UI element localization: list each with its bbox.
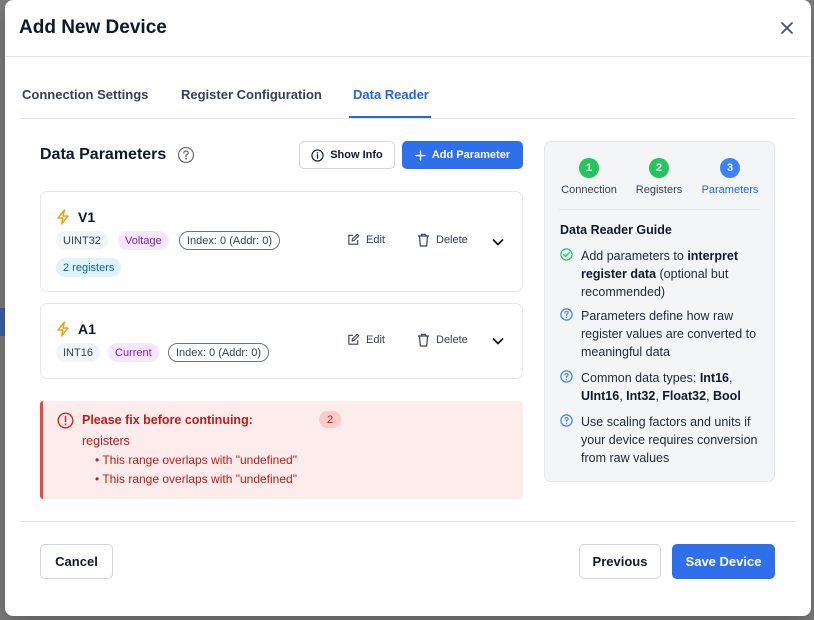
guide-item-text: Add parameters to interpret register dat… <box>581 249 739 299</box>
guide-divider <box>559 209 760 210</box>
alert-circle-icon <box>57 412 74 429</box>
guide-item: Use scaling factors and units if your de… <box>560 413 765 467</box>
delete-button[interactable]: Delete <box>417 333 468 347</box>
guide-item-text: Use scaling factors and units if your de… <box>581 415 758 465</box>
guide-item-text: Common data types: Int16, UInt16, Int32,… <box>581 371 741 403</box>
dialog-header: Add New Device <box>5 0 811 57</box>
error-count-badge: 2 <box>319 411 341 428</box>
delete-label: Delete <box>436 234 468 246</box>
step-label: Parameters <box>701 184 759 196</box>
lightning-icon <box>57 321 69 337</box>
show-info-label: Show Info <box>330 149 383 161</box>
guide-item: Common data types: Int16, UInt16, Int32,… <box>560 369 765 405</box>
add-parameter-label: Add Parameter <box>431 149 511 161</box>
edit-icon <box>348 333 360 345</box>
tab-bar: Connection Settings Register Configurati… <box>19 57 797 119</box>
edit-button[interactable]: Edit <box>347 233 385 246</box>
chevron-down-icon[interactable] <box>491 235 505 249</box>
error-item-text: This range overlaps with "undefined" <box>102 472 297 486</box>
active-tab-indicator <box>349 116 431 118</box>
add-parameter-button[interactable]: Add Parameter <box>402 141 523 169</box>
help-circle-icon <box>560 308 573 321</box>
help-icon[interactable] <box>177 146 195 164</box>
error-title: Please fix before continuing: <box>82 413 253 427</box>
parameter-name: V1 <box>78 209 96 225</box>
guide-item-text: Parameters define how raw register value… <box>581 309 757 359</box>
index-badge: Index: 0 (Addr: 0) <box>168 343 269 362</box>
edit-label: Edit <box>366 333 385 346</box>
parameter-name: A1 <box>78 321 96 337</box>
tab-data-reader[interactable]: Data Reader <box>353 87 429 102</box>
check-circle-icon <box>560 248 573 261</box>
guide-item: Add parameters to interpret register dat… <box>560 247 765 301</box>
lightning-icon <box>57 209 69 225</box>
footer-divider <box>19 521 797 522</box>
edit-button[interactable]: Edit <box>347 333 385 346</box>
error-item: • This range overlaps with "undefined" <box>95 472 297 486</box>
step-number: 1 <box>579 158 599 178</box>
validation-error-alert: Please fix before continuing: 2 register… <box>40 401 523 499</box>
data-reader-guide-panel: 1 Connection 2 Registers 3 Parameters Da… <box>544 141 775 482</box>
save-device-button[interactable]: Save Device <box>672 544 775 579</box>
trash-icon <box>418 333 429 347</box>
error-item-text: This range overlaps with "undefined" <box>102 453 297 467</box>
plus-icon <box>415 149 426 161</box>
delete-button[interactable]: Delete <box>417 233 468 247</box>
parameter-card-a1: A1 INT16 Current Index: 0 (Addr: 0) Edit… <box>40 303 523 379</box>
add-device-dialog: Add New Device Connection Settings Regis… <box>5 0 811 616</box>
type-badge: UINT32 <box>56 231 108 250</box>
error-subtitle: registers <box>82 434 130 448</box>
section-title: Data Parameters <box>40 146 167 163</box>
previous-button[interactable]: Previous <box>579 544 661 579</box>
step-parameters: 3 Parameters <box>685 158 775 196</box>
show-info-button[interactable]: Show Info <box>299 141 395 169</box>
help-circle-icon <box>560 414 573 427</box>
guide-title: Data Reader Guide <box>560 223 672 237</box>
dialog-title: Add New Device <box>19 17 167 38</box>
step-number: 3 <box>720 158 740 178</box>
step-number: 2 <box>649 158 669 178</box>
close-icon[interactable] <box>777 18 797 38</box>
type-badge: INT16 <box>56 343 100 362</box>
error-item: • This range overlaps with "undefined" <box>95 453 297 467</box>
parameter-card-v1: V1 UINT32 Voltage Index: 0 (Addr: 0) 2 r… <box>40 191 523 292</box>
trash-icon <box>418 233 429 247</box>
edit-icon <box>348 233 360 245</box>
delete-label: Delete <box>436 334 468 346</box>
cancel-button[interactable]: Cancel <box>40 544 113 579</box>
help-circle-icon <box>560 370 573 383</box>
registers-badge: 2 registers <box>56 258 122 277</box>
edit-label: Edit <box>366 233 385 246</box>
category-badge: Voltage <box>118 231 169 250</box>
guide-item: Parameters define how raw register value… <box>560 307 765 361</box>
index-badge: Index: 0 (Addr: 0) <box>179 231 280 250</box>
tab-register-configuration[interactable]: Register Configuration <box>181 87 322 102</box>
chevron-down-icon[interactable] <box>491 334 505 348</box>
tab-connection-settings[interactable]: Connection Settings <box>22 87 148 102</box>
category-badge: Current <box>108 343 159 362</box>
info-icon <box>311 148 324 162</box>
